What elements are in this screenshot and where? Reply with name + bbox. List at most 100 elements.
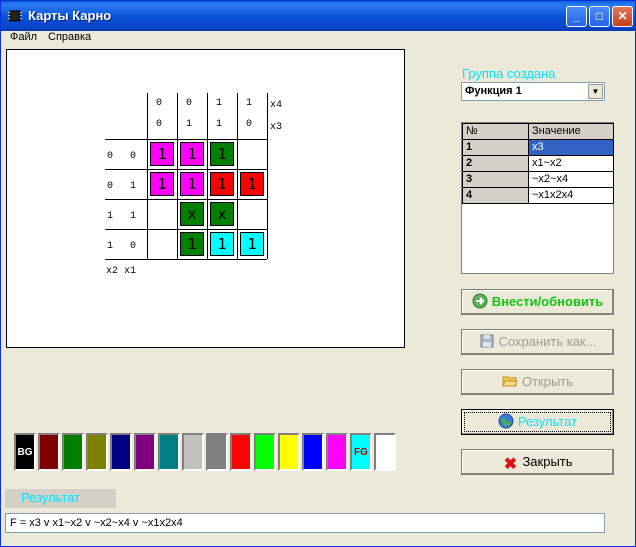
update-button-label: Внести/обновить <box>491 294 604 309</box>
row-num: 4 <box>462 187 529 204</box>
kmap-cell[interactable]: 1 <box>180 232 204 256</box>
grid-line <box>177 93 178 259</box>
open-button[interactable]: Открыть <box>461 369 614 395</box>
col-x3-value: 1 <box>186 119 193 130</box>
col-x3-value: 1 <box>216 119 223 130</box>
row-value: ~x2~x4 <box>528 171 614 188</box>
col-x4-value: 1 <box>216 98 223 109</box>
window-title: Карты Карно <box>28 8 112 23</box>
update-button[interactable]: Внести/обновить <box>461 289 614 315</box>
save-icon <box>480 334 494 348</box>
kmap-cell[interactable]: 1 <box>150 142 174 166</box>
grid-line <box>237 93 238 259</box>
kmap-cell[interactable]: 1 <box>180 172 204 196</box>
function-select[interactable]: Функция 1 ▼ <box>461 82 605 101</box>
close-button-label: Закрыть <box>522 454 573 469</box>
header-num[interactable]: № <box>462 123 529 140</box>
result-formula-field[interactable]: F = x3 v x1~x2 v ~x2~x4 v ~x1x2x4 <box>5 513 605 533</box>
karnaugh-map-canvas[interactable]: 0 0 1 1 x4 0 1 1 0 x3 0 0 0 1 1 1 1 0 x2… <box>6 49 405 348</box>
kmap-cell[interactable]: 1 <box>210 232 234 256</box>
grid-line <box>105 139 267 140</box>
kmap-cell[interactable]: x <box>180 202 204 226</box>
kmap-cell[interactable]: 1 <box>240 232 264 256</box>
color-swatch[interactable] <box>86 433 108 471</box>
globe-icon <box>498 413 514 429</box>
color-swatch[interactable] <box>38 433 60 471</box>
maximize-button[interactable]: □ <box>589 6 610 27</box>
grid-line <box>147 93 148 259</box>
groups-table[interactable]: № Значение 1 x3 2 x1~x2 3 ~x2~x4 4 ~x1x2… <box>461 122 614 274</box>
kmap-cell[interactable]: 1 <box>150 172 174 196</box>
kmap-cell[interactable]: x <box>210 202 234 226</box>
row-num: 3 <box>462 171 529 188</box>
rows-axis-label: x2 x1 <box>106 266 137 277</box>
result-tab[interactable]: Результат <box>5 489 116 508</box>
color-swatch[interactable] <box>62 433 84 471</box>
result-button-label: Результат <box>517 414 578 429</box>
fg-label: FG <box>354 447 368 458</box>
col-x3-value: 0 <box>156 119 163 130</box>
refresh-icon <box>472 293 488 309</box>
row-x1-value: 1 <box>130 211 137 222</box>
header-value[interactable]: Значение <box>528 123 614 140</box>
x3-label: x3 <box>270 122 283 133</box>
close-button[interactable]: ✖ Закрыть <box>461 449 614 475</box>
color-swatch[interactable] <box>158 433 180 471</box>
grid-line <box>105 199 267 200</box>
color-swatch[interactable] <box>182 433 204 471</box>
grid-line <box>267 93 268 259</box>
close-window-button[interactable]: ✕ <box>612 6 633 27</box>
kmap-cell[interactable]: 1 <box>210 142 234 166</box>
col-x4-value: 0 <box>156 98 163 109</box>
color-swatch[interactable] <box>326 433 348 471</box>
row-x2-value: 1 <box>107 211 114 222</box>
color-swatch[interactable]: FG <box>350 433 372 471</box>
row-x2-value: 0 <box>107 181 114 192</box>
grid-line <box>105 229 267 230</box>
kmap-cell[interactable]: 1 <box>180 142 204 166</box>
col-x3-value: 0 <box>246 119 253 130</box>
close-icon: ✖ <box>503 456 518 473</box>
chip-icon <box>8 10 22 22</box>
save-as-button-label: Сохранить как... <box>498 334 597 349</box>
color-swatch[interactable]: BG <box>14 433 36 471</box>
color-swatch[interactable] <box>278 433 300 471</box>
save-as-button[interactable]: Сохранить как... <box>461 329 614 355</box>
color-swatch[interactable] <box>134 433 156 471</box>
menu-file[interactable]: Файл <box>10 31 37 43</box>
col-x4-value: 0 <box>186 98 193 109</box>
color-swatch[interactable] <box>230 433 252 471</box>
row-num: 2 <box>462 155 529 172</box>
col-x4-value: 1 <box>246 98 253 109</box>
row-num: 1 <box>462 139 529 156</box>
grid-line <box>207 93 208 259</box>
kmap-cell[interactable]: 1 <box>210 172 234 196</box>
folder-open-icon <box>502 376 518 387</box>
color-swatch[interactable] <box>206 433 228 471</box>
menu-help[interactable]: Справка <box>48 31 91 43</box>
row-x2-value: 0 <box>107 151 114 162</box>
color-swatch[interactable] <box>110 433 132 471</box>
grid-line <box>105 169 267 170</box>
grid-line <box>105 259 267 260</box>
row-x1-value: 1 <box>130 181 137 192</box>
row-x1-value: 0 <box>130 241 137 252</box>
bg-label: BG <box>17 447 33 458</box>
open-button-label: Открыть <box>521 374 574 389</box>
row-value: x1~x2 <box>528 155 614 172</box>
main-window: Карты Карно _ □ ✕ Файл Справка 0 0 1 1 x… <box>0 0 636 547</box>
minimize-button[interactable]: _ <box>566 6 587 27</box>
color-swatch[interactable] <box>254 433 276 471</box>
color-swatch[interactable] <box>302 433 324 471</box>
title-bar[interactable]: Карты Карно _ □ ✕ <box>1 1 635 31</box>
kmap-cell[interactable]: 1 <box>240 172 264 196</box>
row-x2-value: 1 <box>107 241 114 252</box>
result-button[interactable]: Результат <box>461 409 614 435</box>
row-value: ~x1x2x4 <box>528 187 614 204</box>
dropdown-arrow-icon[interactable]: ▼ <box>588 84 603 99</box>
group-created-label: Группа создана <box>462 66 556 81</box>
row-value: x3 <box>528 139 614 156</box>
color-swatch[interactable] <box>374 433 396 471</box>
x4-label: x4 <box>270 100 283 111</box>
function-select-value: Функция 1 <box>465 85 522 97</box>
